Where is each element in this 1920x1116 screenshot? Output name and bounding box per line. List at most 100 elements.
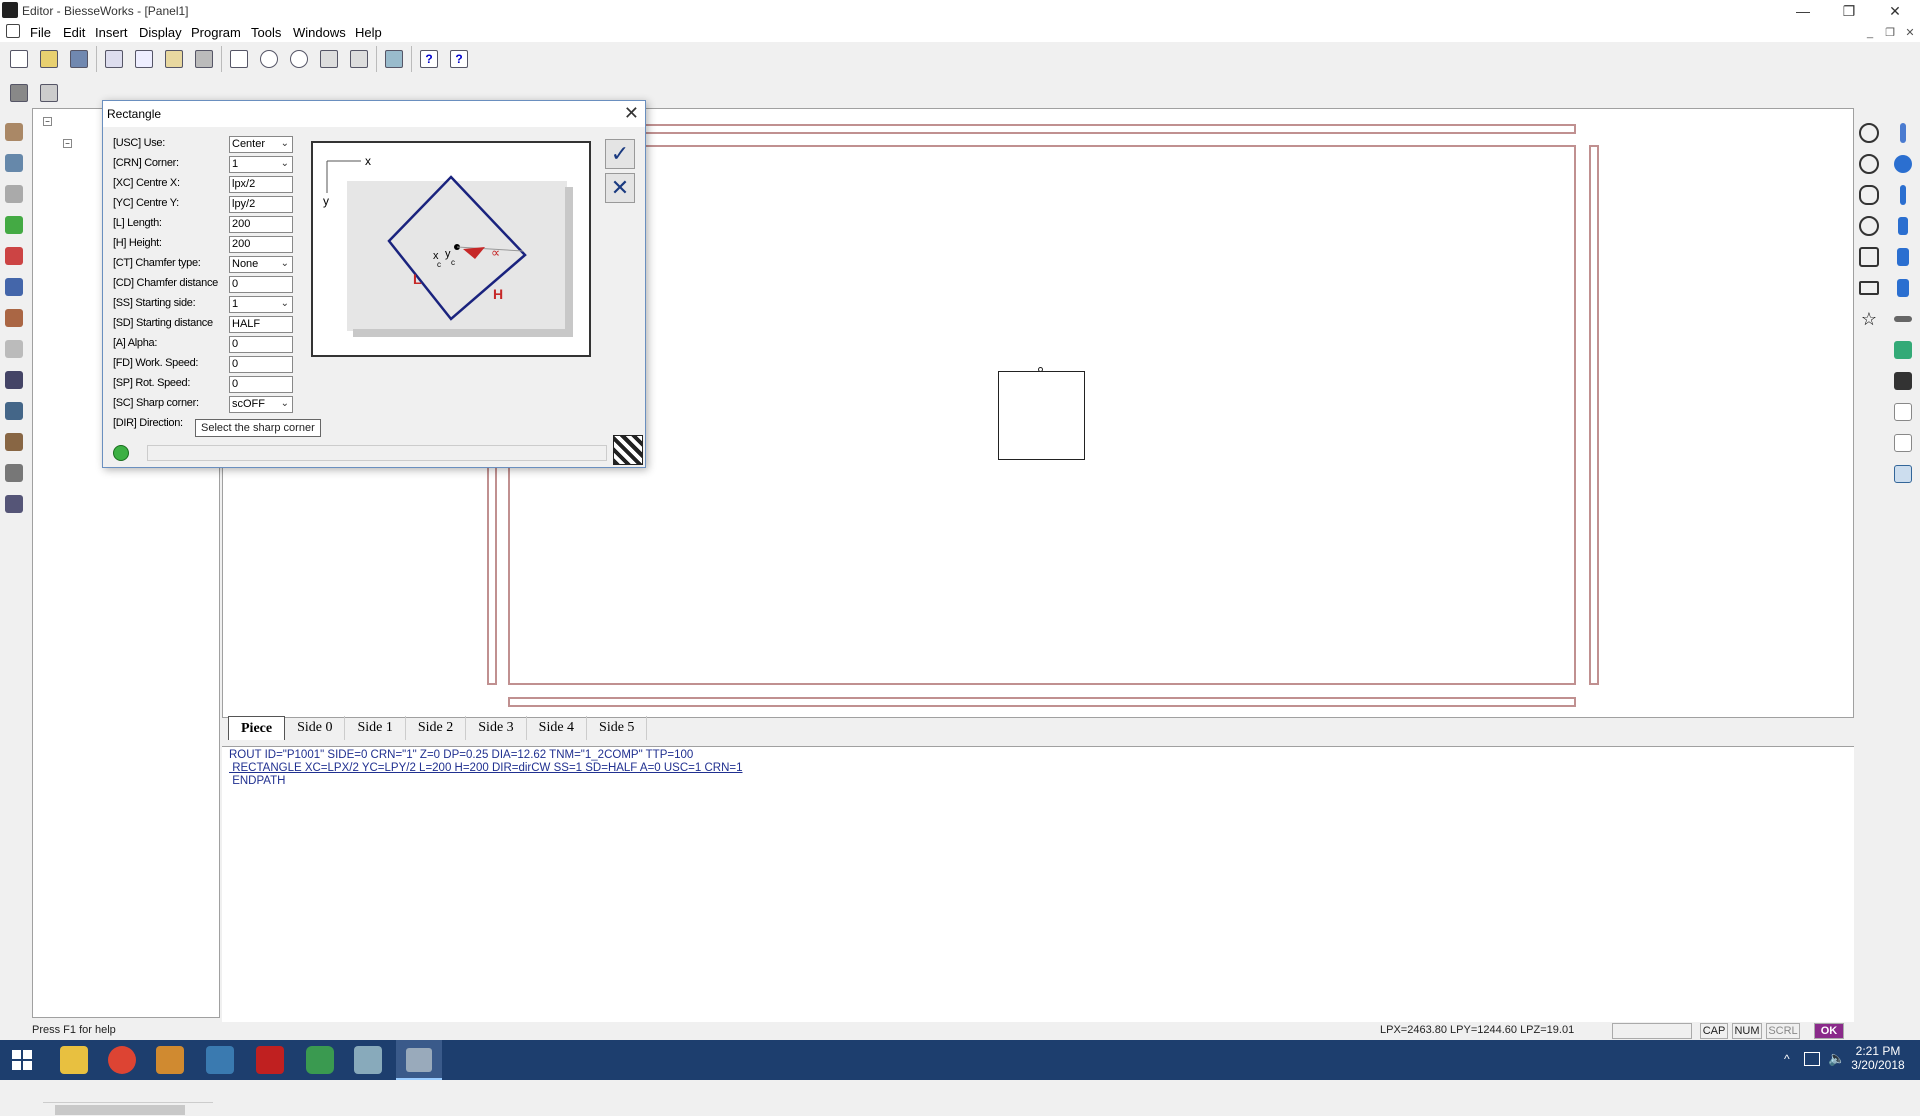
tab-side-5[interactable]: Side 5 [587, 716, 648, 740]
minimize-icon[interactable]: — [1780, 0, 1826, 22]
tool-app-icon[interactable] [354, 1046, 382, 1074]
cancel-button[interactable]: ✕ [605, 173, 635, 203]
spark-icon[interactable] [2, 182, 26, 206]
circle-tools-icon[interactable] [2, 244, 26, 268]
code-line-rectangle[interactable]: RECTANGLE XC=LPX/2 YC=LPY/2 L=200 H=200 … [229, 762, 742, 775]
app-icon[interactable] [2, 2, 18, 18]
dialog-close-icon[interactable]: ✕ [624, 103, 639, 124]
document-icon[interactable] [2, 368, 26, 392]
mdi-close-icon[interactable]: ✕ [1902, 26, 1918, 40]
menu-program[interactable]: Program [191, 25, 241, 40]
param-input[interactable]: 200 [229, 216, 293, 233]
scroll-thumb[interactable] [55, 1105, 185, 1115]
list-icon[interactable] [2, 461, 26, 485]
tab-side-2[interactable]: Side 2 [406, 716, 467, 740]
rectangle-tool-icon[interactable] [1856, 275, 1882, 301]
menu-insert[interactable]: Insert [95, 25, 128, 40]
param-select[interactable]: Center ⌄ [229, 136, 293, 153]
tab-piece[interactable]: Piece [228, 716, 286, 740]
saw-icon[interactable] [1890, 244, 1916, 270]
param-input[interactable]: 200 [229, 236, 293, 253]
ok-button[interactable]: ✓ [605, 139, 635, 169]
tray-chevron-icon[interactable]: ^ [1784, 1052, 1790, 1066]
polygon-icon[interactable] [1856, 244, 1882, 270]
help-icon[interactable]: ? [416, 46, 442, 72]
tree-hscrollbar[interactable] [43, 1102, 213, 1116]
param-input[interactable]: lpx/2 [229, 176, 293, 193]
zoom-all-icon[interactable] [346, 46, 372, 72]
setup-icon[interactable] [1890, 461, 1916, 487]
chrome-icon[interactable] [108, 1046, 136, 1074]
paste-icon[interactable] [161, 46, 187, 72]
param-input[interactable]: 0 [229, 276, 293, 293]
param-input[interactable]: 0 [229, 356, 293, 373]
mdi-restore-icon[interactable]: ❐ [1882, 26, 1898, 40]
rectangle-shape[interactable] [998, 371, 1085, 460]
clock[interactable]: 2:21 PM 3/20/2018 [1848, 1044, 1908, 1072]
star-icon[interactable]: ☆ [1856, 306, 1882, 332]
print-icon[interactable] [191, 46, 217, 72]
settings-icon[interactable] [381, 46, 407, 72]
tab-side-0[interactable]: Side 0 [285, 716, 346, 740]
tab-side-4[interactable]: Side 4 [527, 716, 588, 740]
shield-icon[interactable] [306, 1046, 334, 1074]
pattern-icon[interactable] [613, 435, 643, 465]
ellipse-icon[interactable] [1856, 182, 1882, 208]
mdi-minimize-icon[interactable]: _ [1862, 26, 1878, 40]
open-icon[interactable] [36, 46, 62, 72]
param-input[interactable]: lpy/2 [229, 196, 293, 213]
chevron-down-icon[interactable]: ⌄ [281, 157, 289, 170]
network-icon[interactable] [1804, 1052, 1820, 1066]
gear-icon[interactable] [1890, 151, 1916, 177]
save-icon[interactable] [66, 46, 92, 72]
program-code-editor[interactable]: ROUT ID="P1001" SIDE=0 CRN="1" Z=0 DP=0.… [222, 746, 1854, 1022]
new-icon[interactable] [6, 46, 32, 72]
param-input[interactable]: HALF [229, 316, 293, 333]
circle-icon[interactable] [1856, 120, 1882, 146]
windows-start-icon[interactable] [12, 1050, 32, 1070]
menu-help[interactable]: Help [355, 25, 382, 40]
profile-icon[interactable] [2, 337, 26, 361]
restore-icon[interactable]: ❐ [1826, 0, 1872, 22]
tab-side-1[interactable]: Side 1 [345, 716, 406, 740]
param-input[interactable]: 0 [229, 376, 293, 393]
close-icon[interactable]: ✕ [1872, 0, 1918, 22]
code-line-rout[interactable]: ROUT ID="P1001" SIDE=0 CRN="1" Z=0 DP=0.… [229, 749, 693, 762]
arc-icon[interactable] [1856, 213, 1882, 239]
code-line-endpath[interactable]: ENDPATH [229, 775, 285, 788]
layers-icon[interactable] [2, 151, 26, 175]
edit-page-icon[interactable] [36, 80, 62, 106]
pocket-icon[interactable] [1890, 368, 1916, 394]
biesseworks-taskbar-button[interactable] [396, 1040, 442, 1080]
menu-display[interactable]: Display [139, 25, 182, 40]
param-select[interactable]: 1 ⌄ [229, 296, 293, 313]
machine-icon[interactable] [1890, 337, 1916, 363]
router-icon[interactable] [1890, 275, 1916, 301]
desktop-app-icon[interactable] [206, 1046, 234, 1074]
menu-edit[interactable]: Edit [63, 25, 85, 40]
select-icon[interactable] [226, 46, 252, 72]
zoom-out-icon[interactable] [286, 46, 312, 72]
sheet-icon[interactable] [2, 492, 26, 516]
pdf-app-icon[interactable] [256, 1046, 284, 1074]
chevron-down-icon[interactable]: ⌄ [281, 297, 289, 310]
book-icon[interactable] [6, 80, 32, 106]
chevron-down-icon[interactable]: ⌄ [281, 397, 289, 410]
vertical-drill-icon[interactable] [1890, 120, 1916, 146]
tool-icon[interactable] [2, 399, 26, 423]
menu-file[interactable]: File [30, 25, 51, 40]
horizontal-drill-icon[interactable] [1890, 306, 1916, 332]
lnc-icon[interactable] [2, 275, 26, 299]
tree-collapse-icon[interactable]: − [63, 139, 72, 148]
media-icon[interactable] [156, 1046, 184, 1074]
zoom-window-icon[interactable] [316, 46, 342, 72]
tool-down-icon[interactable] [1890, 182, 1916, 208]
menu-windows[interactable]: Windows [293, 25, 346, 40]
circle-center-icon[interactable] [1856, 151, 1882, 177]
file-explorer-icon[interactable] [60, 1046, 88, 1074]
doc-menu-icon[interactable] [6, 24, 20, 38]
chevron-down-icon[interactable]: ⌄ [281, 137, 289, 150]
line-icon[interactable] [1890, 399, 1916, 425]
tool-insert-icon[interactable] [1890, 213, 1916, 239]
cut-icon[interactable] [101, 46, 127, 72]
